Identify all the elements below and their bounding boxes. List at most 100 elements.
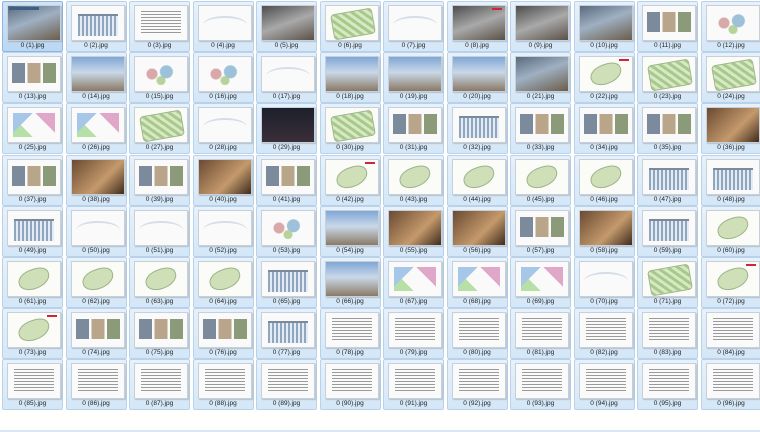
thumbnail-item[interactable]: 0 (78).jpg <box>319 308 381 360</box>
thumbnail-item[interactable]: 0 (20).jpg <box>446 52 508 104</box>
thumbnail-item[interactable]: 0 (53).jpg <box>256 205 317 257</box>
thumbnail-item[interactable]: 0 (92).jpg <box>446 359 508 411</box>
thumbnail-item[interactable]: 0 (51).jpg <box>129 205 190 257</box>
thumbnail-item[interactable]: 0 (90).jpg <box>319 359 381 411</box>
thumbnail-item[interactable]: 0 (46).jpg <box>573 154 635 206</box>
thumbnail-item[interactable]: 0 (1).jpg <box>2 1 63 52</box>
thumbnail-item[interactable]: 0 (9).jpg <box>510 1 571 52</box>
thumbnail-item[interactable]: 0 (11).jpg <box>637 1 698 52</box>
thumbnail-item[interactable]: 0 (74).jpg <box>65 308 127 360</box>
thumbnail-item[interactable]: 0 (15).jpg <box>129 52 190 104</box>
thumbnail-item[interactable]: 0 (72).jpg <box>700 257 760 308</box>
thumbnail-item[interactable]: 0 (25).jpg <box>2 103 63 155</box>
thumbnail-item[interactable]: 0 (75).jpg <box>129 308 190 360</box>
thumbnail-item[interactable]: 0 (77).jpg <box>256 308 317 360</box>
thumbnail-item[interactable]: 0 (14).jpg <box>65 52 127 104</box>
thumbnail-item[interactable]: 0 (84).jpg <box>700 308 760 360</box>
thumbnail-item[interactable]: 0 (21).jpg <box>510 52 571 104</box>
thumbnail-item[interactable]: 0 (86).jpg <box>65 359 127 411</box>
thumbnail-item[interactable]: 0 (58).jpg <box>573 205 635 257</box>
thumbnail-filename: 0 (16).jpg <box>209 93 237 101</box>
thumbnail-item[interactable]: 0 (10).jpg <box>573 1 635 52</box>
thumbnail-item[interactable]: 0 (67).jpg <box>383 257 444 308</box>
thumbnail-image <box>324 209 379 246</box>
thumbnail-item[interactable]: 0 (23).jpg <box>637 52 698 104</box>
thumbnail-item[interactable]: 0 (63).jpg <box>129 257 190 308</box>
thumbnail-item[interactable]: 0 (66).jpg <box>319 257 381 308</box>
thumbnail-item[interactable]: 0 (37).jpg <box>2 154 63 206</box>
thumbnail-item[interactable]: 0 (19).jpg <box>383 52 444 104</box>
thumbnail-item[interactable]: 0 (13).jpg <box>2 52 63 104</box>
thumbnail-item[interactable]: 0 (49).jpg <box>2 205 63 257</box>
thumbnail-item[interactable]: 0 (82).jpg <box>573 308 635 360</box>
thumbnail-item[interactable]: 0 (69).jpg <box>510 257 571 308</box>
thumbnail-item[interactable]: 0 (30).jpg <box>319 103 381 155</box>
thumbnail-item[interactable]: 0 (5).jpg <box>256 1 317 52</box>
thumbnail-item[interactable]: 0 (55).jpg <box>383 205 444 257</box>
thumbnail-item[interactable]: 0 (50).jpg <box>65 205 127 257</box>
thumbnail-item[interactable]: 0 (54).jpg <box>319 205 381 257</box>
thumbnail-item[interactable]: 0 (41).jpg <box>256 154 317 206</box>
thumbnail-item[interactable]: 0 (31).jpg <box>383 103 444 155</box>
thumbnail-item[interactable]: 0 (38).jpg <box>65 154 127 206</box>
thumbnail-item[interactable]: 0 (81).jpg <box>510 308 571 360</box>
thumbnail-item[interactable]: 0 (40).jpg <box>192 154 254 206</box>
thumbnail-item[interactable]: 0 (7).jpg <box>383 1 444 52</box>
thumbnail-item[interactable]: 0 (42).jpg <box>319 154 381 206</box>
thumbnail-item[interactable]: 0 (52).jpg <box>192 205 254 257</box>
thumbnail-item[interactable]: 0 (6).jpg <box>319 1 381 52</box>
thumbnail-item[interactable]: 0 (47).jpg <box>637 154 698 206</box>
thumbnail-item[interactable]: 0 (71).jpg <box>637 257 698 308</box>
thumbnail-item[interactable]: 0 (88).jpg <box>192 359 254 411</box>
thumbnail-item[interactable]: 0 (34).jpg <box>573 103 635 155</box>
thumbnail-item[interactable]: 0 (57).jpg <box>510 205 571 257</box>
thumbnail-item[interactable]: 0 (2).jpg <box>65 1 127 52</box>
thumbnail-item[interactable]: 0 (60).jpg <box>700 205 760 257</box>
thumbnail-item[interactable]: 0 (36).jpg <box>700 103 760 155</box>
thumbnail-image <box>324 312 379 349</box>
thumbnail-item[interactable]: 0 (44).jpg <box>446 154 508 206</box>
thumbnail-item[interactable]: 0 (26).jpg <box>65 103 127 155</box>
thumbnail-item[interactable]: 0 (29).jpg <box>256 103 317 155</box>
thumbnail-item[interactable]: 0 (16).jpg <box>192 52 254 104</box>
thumbnail-item[interactable]: 0 (93).jpg <box>510 359 571 411</box>
thumbnail-item[interactable]: 0 (68).jpg <box>446 257 508 308</box>
thumbnail-item[interactable]: 0 (18).jpg <box>319 52 381 104</box>
thumbnail-item[interactable]: 0 (89).jpg <box>256 359 317 411</box>
thumbnail-item[interactable]: 0 (33).jpg <box>510 103 571 155</box>
thumbnail-item[interactable]: 0 (27).jpg <box>129 103 190 155</box>
thumbnail-item[interactable]: 0 (32).jpg <box>446 103 508 155</box>
thumbnail-item[interactable]: 0 (87).jpg <box>129 359 190 411</box>
thumbnail-item[interactable]: 0 (4).jpg <box>192 1 254 52</box>
thumbnail-image <box>515 209 569 246</box>
thumbnail-item[interactable]: 0 (45).jpg <box>510 154 571 206</box>
thumbnail-item[interactable]: 0 (62).jpg <box>65 257 127 308</box>
thumbnail-item[interactable]: 0 (95).jpg <box>637 359 698 411</box>
thumbnail-item[interactable]: 0 (64).jpg <box>192 257 254 308</box>
thumbnail-item[interactable]: 0 (61).jpg <box>2 257 63 308</box>
thumbnail-item[interactable]: 0 (28).jpg <box>192 103 254 155</box>
thumbnail-item[interactable]: 0 (43).jpg <box>383 154 444 206</box>
thumbnail-item[interactable]: 0 (8).jpg <box>446 1 508 52</box>
thumbnail-item[interactable]: 0 (12).jpg <box>700 1 760 52</box>
thumbnail-item[interactable]: 0 (91).jpg <box>383 359 444 411</box>
thumbnail-item[interactable]: 0 (65).jpg <box>256 257 317 308</box>
thumbnail-item[interactable]: 0 (94).jpg <box>573 359 635 411</box>
thumbnail-item[interactable]: 0 (56).jpg <box>446 205 508 257</box>
thumbnail-item[interactable]: 0 (70).jpg <box>573 257 635 308</box>
thumbnail-item[interactable]: 0 (35).jpg <box>637 103 698 155</box>
thumbnail-item[interactable]: 0 (83).jpg <box>637 308 698 360</box>
thumbnail-item[interactable]: 0 (22).jpg <box>573 52 635 104</box>
thumbnail-item[interactable]: 0 (59).jpg <box>637 205 698 257</box>
thumbnail-item[interactable]: 0 (24).jpg <box>700 52 760 104</box>
thumbnail-item[interactable]: 0 (80).jpg <box>446 308 508 360</box>
thumbnail-item[interactable]: 0 (79).jpg <box>383 308 444 360</box>
thumbnail-item[interactable]: 0 (17).jpg <box>256 52 317 104</box>
thumbnail-item[interactable]: 0 (39).jpg <box>129 154 190 206</box>
thumbnail-item[interactable]: 0 (3).jpg <box>129 1 190 52</box>
thumbnail-item[interactable]: 0 (76).jpg <box>192 308 254 360</box>
thumbnail-item[interactable]: 0 (73).jpg <box>2 308 63 360</box>
thumbnail-item[interactable]: 0 (48).jpg <box>700 154 760 206</box>
thumbnail-item[interactable]: 0 (96).jpg <box>700 359 760 411</box>
thumbnail-item[interactable]: 0 (85).jpg <box>2 359 63 411</box>
